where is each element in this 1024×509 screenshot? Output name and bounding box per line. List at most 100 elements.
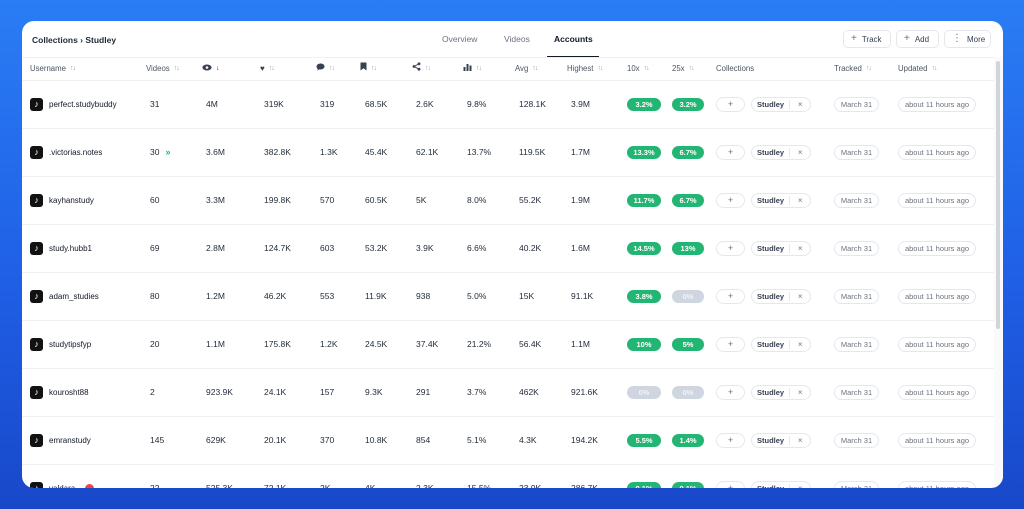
views-cell: 525.3K [206, 483, 233, 488]
videos-count: 31 [150, 99, 160, 109]
table-row[interactable]: ♪ adam_studies 80» 1.2M 46.2K 553 11.9K … [22, 273, 994, 321]
col-tracked[interactable]: Tracked ↑↓ [834, 58, 872, 80]
username[interactable]: valdara [49, 484, 75, 488]
username-cell[interactable]: ♪ studytipsfyp [30, 321, 91, 368]
remove-collection-icon[interactable]: × [789, 292, 810, 301]
add-collection-button[interactable]: + [716, 385, 745, 400]
username-cell[interactable]: ♪ .victorias.notes [30, 129, 102, 176]
remove-collection-icon[interactable]: × [789, 196, 810, 205]
table-row[interactable]: ♪ perfect.studybuddy 31» 4M 319K 319 68.… [22, 81, 994, 129]
tab-videos[interactable]: Videos [495, 21, 537, 57]
more-button[interactable]: ⋮ More [944, 30, 991, 48]
add-collection-button[interactable]: + [716, 289, 745, 304]
remove-collection-icon[interactable]: × [789, 340, 810, 349]
sort-icon: ↑↓ [532, 65, 538, 72]
likes-cell: 319K [264, 99, 284, 109]
trending-up-icon: » [165, 147, 171, 157]
track-button[interactable]: + Track [843, 30, 891, 48]
username-cell[interactable]: ♪ kayhanstudy [30, 177, 94, 224]
col-saves[interactable]: ↑↓ [360, 58, 377, 80]
scrollbar-thumb[interactable] [996, 61, 1000, 329]
x25-badge: 0% [672, 386, 704, 399]
highest-cell: 91.1K [571, 291, 594, 301]
tab-accounts[interactable]: Accounts [545, 21, 601, 57]
plus-icon: + [904, 33, 910, 44]
add-collection-button[interactable]: + [716, 97, 745, 112]
videos-cell: 60» [150, 177, 159, 224]
table-row[interactable]: ♪ study.hubb1 69» 2.8M 124.7K 603 53.2K … [22, 225, 994, 273]
col-username[interactable]: Username ↑↓ [30, 58, 76, 80]
saves-cell: 10.8K [365, 435, 388, 445]
breadcrumb[interactable]: Collections › Studley [32, 35, 116, 45]
tracked-date: March 31 [834, 385, 879, 400]
updated-time: about 11 hours ago [898, 97, 976, 112]
table-row[interactable]: ♪ emranstudy 145» 629K 20.1K 370 10.8K 8… [22, 417, 994, 465]
username-cell[interactable]: ♪ kourosht88 [30, 369, 89, 416]
x25-badge: 1.4% [672, 434, 704, 447]
col-videos[interactable]: Videos ↑↓ [146, 58, 180, 80]
username-cell[interactable]: ♪ valdara [30, 465, 95, 488]
username-cell[interactable]: ♪ perfect.studybuddy [30, 81, 117, 128]
add-collection-button[interactable]: + [716, 241, 745, 256]
remove-collection-icon[interactable]: × [789, 436, 810, 445]
sort-icon: ↑↓ [931, 65, 937, 72]
remove-collection-icon[interactable]: × [789, 148, 810, 157]
col-highest[interactable]: Highest ↑↓ [567, 58, 603, 80]
heart-icon: ♥ [260, 64, 265, 73]
comments-cell: 1.2K [320, 339, 338, 349]
videos-count: 22 [150, 483, 160, 488]
col-comments[interactable]: ↑↓ [316, 58, 335, 80]
shares-cell: 938 [416, 291, 431, 301]
username-cell[interactable]: ♪ adam_studies [30, 273, 99, 320]
add-button[interactable]: + Add [896, 30, 939, 48]
bookmark-icon [360, 58, 367, 80]
col-shares[interactable]: ↑↓ [412, 58, 431, 80]
remove-collection-icon[interactable]: × [789, 100, 810, 109]
add-collection-button[interactable]: + [716, 337, 745, 352]
table-row[interactable]: ♪ kourosht88 2» 923.9K 24.1K 157 9.3K 29… [22, 369, 994, 417]
tab-overview[interactable]: Overview [433, 21, 483, 57]
table-row[interactable]: ♪ .victorias.notes 30» 3.6M 382.8K 1.3K … [22, 129, 994, 177]
col-25x[interactable]: 25x ↑↓ [672, 58, 695, 80]
add-collection-button[interactable]: + [716, 481, 745, 488]
username[interactable]: study.hubb1 [49, 244, 92, 253]
remove-collection-icon[interactable]: × [789, 388, 810, 397]
tracked-date: March 31 [834, 433, 879, 448]
username[interactable]: adam_studies [49, 292, 99, 301]
vertical-scrollbar[interactable] [994, 57, 1003, 488]
username-cell[interactable]: ♪ emranstudy [30, 417, 91, 464]
videos-count: 60 [150, 195, 160, 205]
shares-cell: 2.6K [416, 99, 434, 109]
col-likes[interactable]: ♥ ↑↓ [260, 58, 275, 80]
col-updated[interactable]: Updated ↑↓ [898, 58, 937, 80]
col-avg[interactable]: Avg ↑↓ [515, 58, 538, 80]
tiktok-logo-icon: ♪ [30, 146, 43, 159]
username[interactable]: studytipsfyp [49, 340, 91, 349]
username[interactable]: .victorias.notes [49, 148, 102, 157]
col-views[interactable]: ↓ [202, 58, 219, 80]
table-row[interactable]: ♪ studytipsfyp 20» 1.1M 175.8K 1.2K 24.5… [22, 321, 994, 369]
username-cell[interactable]: ♪ study.hubb1 [30, 225, 92, 272]
username[interactable]: kourosht88 [49, 388, 89, 397]
table-row[interactable]: ♪ valdara 22» 525.3K 72.1K 2K 4K 2.3K 15… [22, 465, 994, 488]
add-collection-button[interactable]: + [716, 433, 745, 448]
col-10x[interactable]: 10x ↑↓ [627, 58, 650, 80]
remove-collection-icon[interactable]: × [789, 484, 810, 488]
table-row[interactable]: ♪ kayhanstudy 60» 3.3M 199.8K 570 60.5K … [22, 177, 994, 225]
tiktok-logo-icon: ♪ [30, 338, 43, 351]
username[interactable]: perfect.studybuddy [49, 100, 117, 109]
add-collection-button[interactable]: + [716, 145, 745, 160]
updated-time: about 11 hours ago [898, 337, 976, 352]
username[interactable]: kayhanstudy [49, 196, 94, 205]
avg-cell: 40.2K [519, 243, 542, 253]
remove-collection-icon[interactable]: × [789, 244, 810, 253]
videos-count: 145 [150, 435, 165, 445]
highest-cell: 3.9M [571, 99, 590, 109]
comments-cell: 553 [320, 291, 335, 301]
col-engagement[interactable]: ↑↓ [463, 58, 482, 80]
shares-cell: 2.3K [416, 483, 434, 488]
comments-cell: 157 [320, 387, 335, 397]
add-collection-button[interactable]: + [716, 193, 745, 208]
add-button-label: Add [914, 34, 930, 44]
username[interactable]: emranstudy [49, 436, 91, 445]
